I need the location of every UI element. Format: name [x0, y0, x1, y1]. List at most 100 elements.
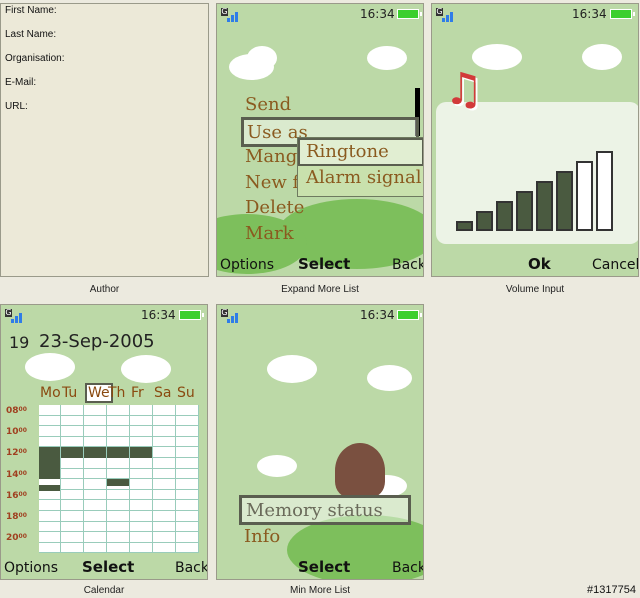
grid-cell[interactable] — [39, 521, 61, 533]
grid-cell[interactable] — [107, 415, 130, 427]
grid-cell[interactable] — [61, 458, 84, 469]
grid-cell[interactable] — [130, 489, 153, 501]
grid-cell[interactable] — [84, 511, 107, 522]
grid-cell[interactable] — [153, 436, 176, 448]
grid-cell[interactable] — [61, 468, 84, 480]
grid-cell[interactable] — [107, 426, 130, 437]
grid-cell[interactable] — [84, 521, 107, 533]
grid-cell[interactable] — [153, 521, 176, 533]
grid-cell[interactable] — [107, 468, 130, 480]
calendar-event-block[interactable] — [107, 479, 129, 486]
menu-item-info[interactable]: Info — [244, 526, 280, 547]
grid-cell[interactable] — [107, 542, 130, 554]
grid-cell[interactable] — [39, 436, 61, 448]
grid-cell[interactable] — [84, 405, 107, 416]
menu-item-mark[interactable]: Mark — [245, 223, 294, 244]
grid-cell[interactable] — [130, 415, 153, 427]
grid-cell[interactable] — [84, 532, 107, 543]
grid-cell[interactable] — [61, 415, 84, 427]
grid-cell[interactable] — [130, 500, 153, 511]
grid-cell[interactable] — [153, 447, 176, 458]
grid-cell[interactable] — [176, 405, 199, 416]
calendar-event-block[interactable] — [107, 447, 129, 458]
grid-cell[interactable] — [153, 532, 176, 543]
grid-cell[interactable] — [84, 500, 107, 511]
grid-cell[interactable] — [39, 489, 61, 501]
grid-cell[interactable] — [61, 521, 84, 533]
grid-cell[interactable] — [61, 489, 84, 501]
grid-cell[interactable] — [176, 542, 199, 554]
week-grid[interactable]: Mo Tu We Th Fr Sa Su 0800 1000 1200 1400 1600 1800 20… — [1, 305, 207, 579]
grid-cell[interactable] — [130, 405, 153, 416]
grid-cell[interactable] — [107, 521, 130, 533]
select-softkey[interactable]: Select — [82, 558, 134, 576]
grid-cell[interactable] — [84, 479, 107, 490]
grid-cell[interactable] — [153, 415, 176, 427]
grid-cell[interactable] — [176, 511, 199, 522]
volume-level-bars[interactable] — [456, 149, 616, 231]
menu-item-manage[interactable]: Mang — [245, 146, 297, 167]
submenu-item-ringtone[interactable]: Ringtone — [298, 138, 423, 166]
grid-cell[interactable] — [39, 405, 61, 416]
grid-cell[interactable] — [130, 479, 153, 490]
grid-cell[interactable] — [176, 436, 199, 448]
options-softkey[interactable]: Options — [4, 560, 58, 576]
grid-cell[interactable] — [61, 479, 84, 490]
grid-cell[interactable] — [153, 479, 176, 490]
grid-cell[interactable] — [84, 436, 107, 448]
grid-cell[interactable] — [130, 511, 153, 522]
options-softkey[interactable]: Options — [220, 257, 274, 273]
grid-cell[interactable] — [153, 426, 176, 437]
grid-cell[interactable] — [176, 426, 199, 437]
grid-cell[interactable] — [61, 436, 84, 448]
back-softkey[interactable]: Back — [392, 560, 423, 576]
grid-cell[interactable] — [107, 511, 130, 522]
grid-cell[interactable] — [39, 511, 61, 522]
grid-cell[interactable] — [176, 489, 199, 501]
grid-cell[interactable] — [84, 489, 107, 501]
grid-cell[interactable] — [130, 542, 153, 554]
grid-cell[interactable] — [39, 415, 61, 427]
grid-cell[interactable] — [153, 542, 176, 554]
grid-cell[interactable] — [61, 532, 84, 543]
grid-cell[interactable] — [61, 405, 84, 416]
calendar-event-block[interactable] — [84, 447, 106, 458]
grid-cell[interactable] — [130, 521, 153, 533]
grid-cell[interactable] — [176, 479, 199, 490]
grid-cell[interactable] — [107, 436, 130, 448]
grid-cell[interactable] — [176, 532, 199, 543]
calendar-event-block[interactable] — [61, 447, 83, 458]
weekday-sa[interactable]: Sa — [154, 385, 171, 401]
grid-cell[interactable] — [39, 500, 61, 511]
weekday-tu[interactable]: Tu — [62, 385, 77, 401]
grid-cell[interactable] — [61, 426, 84, 437]
grid-cell[interactable] — [130, 436, 153, 448]
grid-cell[interactable] — [84, 458, 107, 469]
grid-cell[interactable] — [61, 542, 84, 554]
grid-cell[interactable] — [130, 532, 153, 543]
weekday-su[interactable]: Su — [177, 385, 195, 401]
menu-item-new-folder[interactable]: New f — [245, 172, 299, 193]
grid-cell[interactable] — [107, 500, 130, 511]
select-softkey[interactable]: Select — [298, 255, 350, 273]
grid-cell[interactable] — [107, 405, 130, 416]
cancel-softkey[interactable]: Cancel — [592, 257, 638, 273]
calendar-event-block[interactable] — [39, 447, 60, 480]
grid-cell[interactable] — [176, 468, 199, 480]
grid-cell[interactable] — [130, 426, 153, 437]
grid-cell[interactable] — [130, 458, 153, 469]
grid-cell[interactable] — [153, 458, 176, 469]
grid-cell[interactable] — [84, 468, 107, 480]
grid-cell[interactable] — [61, 511, 84, 522]
grid-cell[interactable] — [84, 415, 107, 427]
grid-cell[interactable] — [39, 532, 61, 543]
grid-cell[interactable] — [153, 511, 176, 522]
grid-cell[interactable] — [153, 468, 176, 480]
grid-cell[interactable] — [107, 458, 130, 469]
grid-cell[interactable] — [153, 500, 176, 511]
grid-cell[interactable] — [39, 426, 61, 437]
grid-cell[interactable] — [176, 521, 199, 533]
menu-item-send[interactable]: Send — [245, 94, 291, 115]
grid-cell[interactable] — [84, 426, 107, 437]
menu-item-delete[interactable]: Delete — [245, 197, 304, 218]
